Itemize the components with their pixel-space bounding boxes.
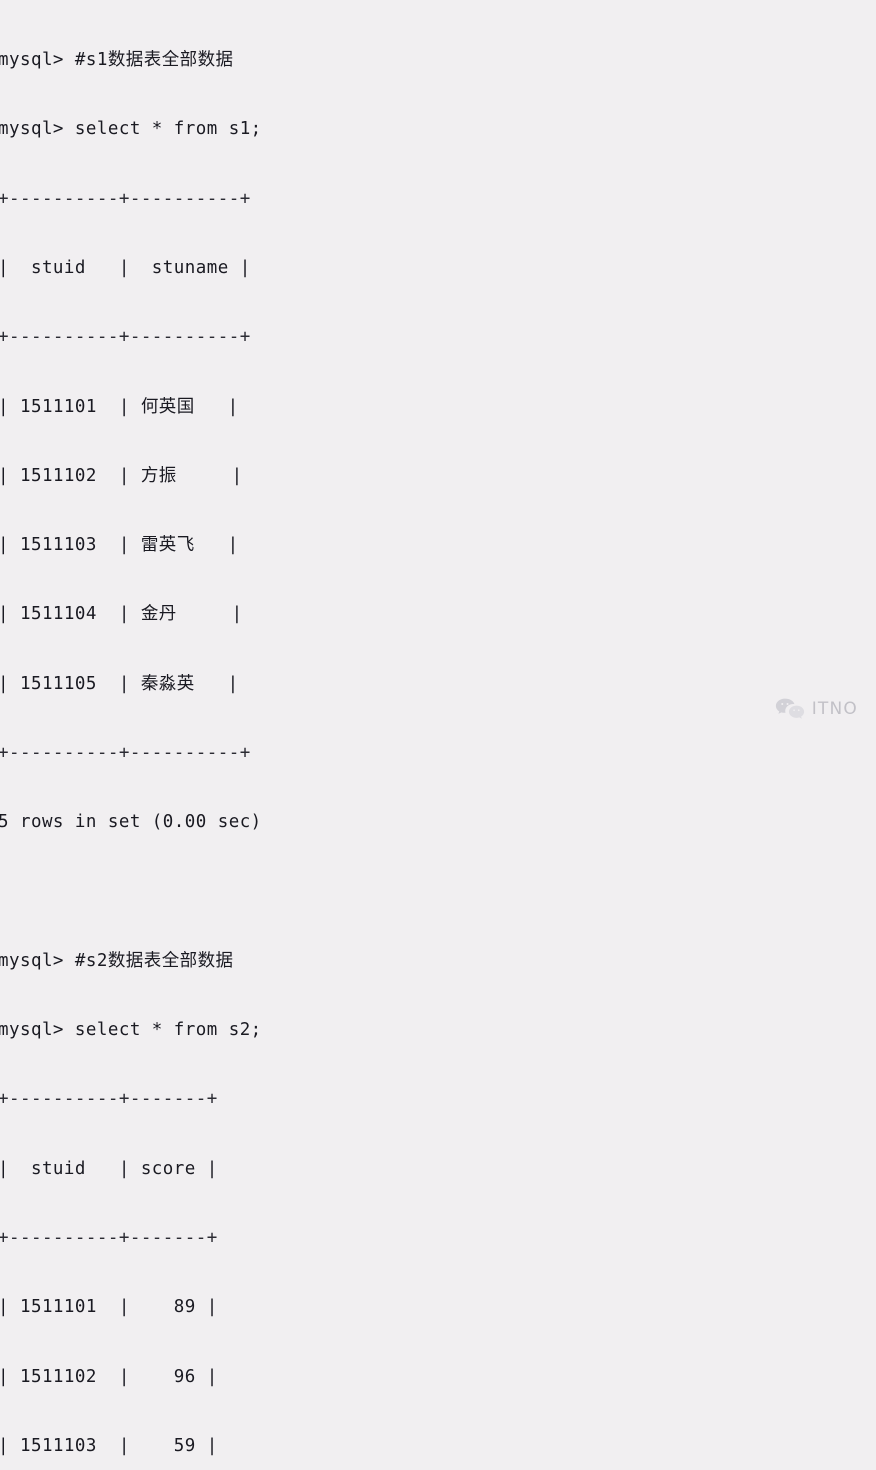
console-line: mysql> #s2数据表全部数据	[0, 950, 234, 971]
table-row: | 1511102 | 方振 |	[0, 465, 243, 486]
status-line: 5 rows in set (0.00 sec)	[0, 812, 262, 833]
table-row: | 1511103 | 雷英飞 |	[0, 535, 239, 556]
table-rule: +----------+-------+	[0, 1089, 218, 1110]
wechat-icon	[775, 697, 805, 721]
console-line: mysql> #s1数据表全部数据	[0, 50, 234, 71]
console-output: mysql> #s1数据表全部数据 mysql> select * from s…	[0, 3, 664, 1470]
terminal-window: mysql> #s1数据表全部数据 mysql> select * from s…	[0, 0, 876, 1456]
table-row: | 1511105 | 秦淼英 |	[0, 673, 239, 694]
console-line: mysql> select * from s1;	[0, 119, 262, 140]
watermark-label: ITNO	[811, 699, 858, 719]
table-header-row: | stuid | stuname |	[0, 258, 251, 279]
table-rule: +----------+----------+	[0, 743, 251, 763]
watermark: ITNO	[775, 697, 858, 721]
table-row: | 1511102 | 96 |	[0, 1366, 218, 1387]
table-row: | 1511104 | 金丹 |	[0, 604, 243, 625]
table-rule: +----------+-------+	[0, 1227, 218, 1248]
table-rule: +----------+----------+	[0, 188, 251, 209]
table-header-row: | stuid | score |	[0, 1158, 218, 1179]
table-row: | 1511103 | 59 |	[0, 1435, 218, 1456]
table-rule: +----------+----------+	[0, 327, 251, 348]
table-row: | 1511101 | 何英国 |	[0, 396, 239, 417]
table-row: | 1511101 | 89 |	[0, 1297, 218, 1318]
console-line: mysql> select * from s2;	[0, 1020, 262, 1041]
